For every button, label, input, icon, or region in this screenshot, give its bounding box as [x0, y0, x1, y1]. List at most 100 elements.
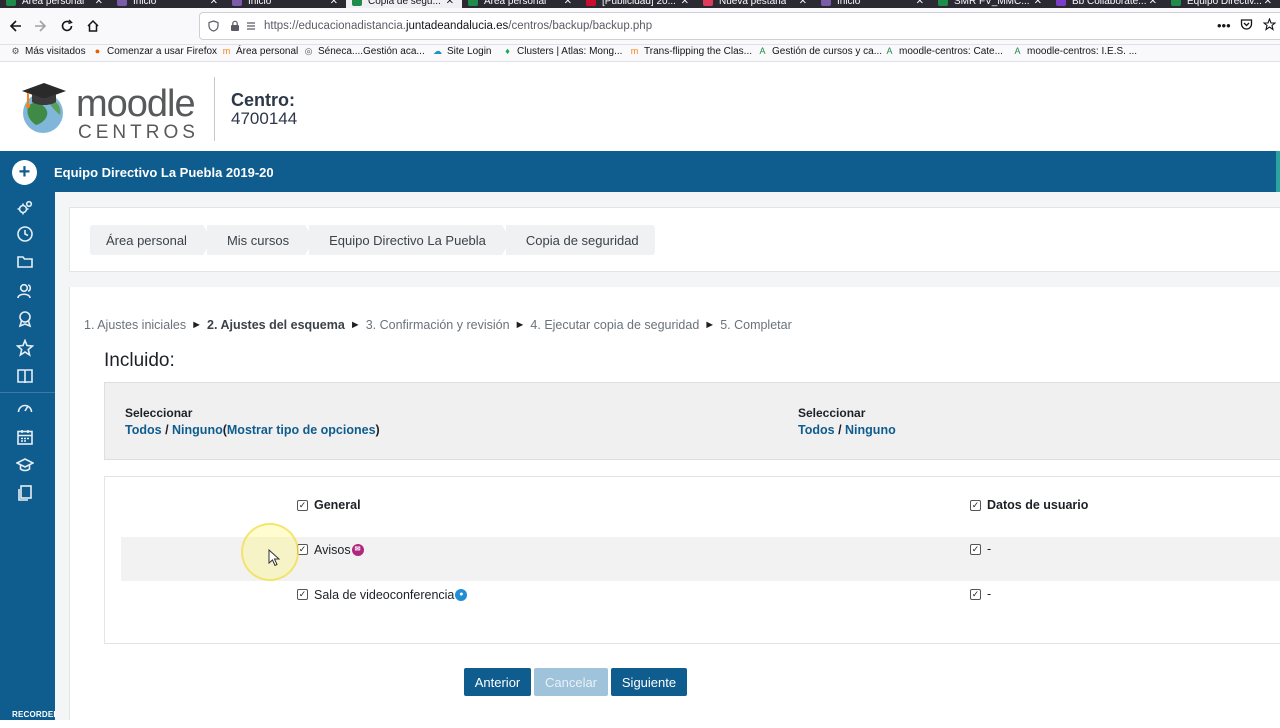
cancel-button[interactable]: Cancelar — [534, 668, 608, 696]
pocket-icon[interactable] — [1240, 18, 1253, 34]
tab-close-icon[interactable]: ✕ — [564, 0, 572, 7]
bookmark-item[interactable]: Amoodle-centros: I.E.S. ... — [1012, 46, 1137, 57]
graduation-cap-icon — [16, 458, 34, 472]
step-arrow-icon: ► — [514, 319, 526, 331]
sidebar-item-competencies[interactable] — [15, 338, 35, 358]
tab-label: Copia de segu... — [368, 0, 441, 7]
tab-favicon-icon — [1056, 0, 1066, 6]
general-checkbox[interactable]: ✓ — [297, 500, 308, 511]
shield-icon[interactable] — [208, 20, 219, 35]
star-icon — [16, 339, 34, 357]
mouse-cursor-icon — [268, 549, 280, 567]
tab-favicon-icon — [468, 0, 478, 6]
select-userdata-all-link[interactable]: Todos — [798, 423, 835, 437]
recorded-watermark: RECORDED WITH — [12, 710, 60, 728]
tab-close-icon[interactable]: ✕ — [916, 0, 924, 7]
included-heading: Incluido: — [104, 350, 175, 371]
tab-close-icon[interactable]: ✕ — [1149, 0, 1157, 7]
bookmark-star-icon[interactable] — [1262, 17, 1277, 34]
back-icon[interactable] — [6, 17, 24, 35]
userdata-checkbox[interactable]: ✓ — [970, 500, 981, 511]
next-button[interactable]: Siguiente — [611, 668, 687, 696]
sidebar-item-dashboard[interactable] — [15, 398, 35, 418]
badge-icon — [18, 311, 32, 328]
tab-close-icon[interactable]: ✕ — [95, 0, 103, 7]
browser-tab[interactable]: Área personal ✕ — [0, 0, 111, 8]
url-bar[interactable]: https://educacionadistancia.juntadeandal… — [199, 12, 1280, 40]
browser-tab[interactable]: Inicio ✕ — [111, 0, 226, 8]
select-none-link[interactable]: Ninguno — [172, 423, 223, 437]
course-name[interactable]: Equipo Directivo La Puebla 2019-20 — [54, 165, 274, 180]
tab-close-icon[interactable]: ✕ — [1034, 0, 1042, 7]
videoconferencia-checkbox[interactable]: ✓ — [297, 589, 308, 600]
url-text[interactable]: https://educacionadistancia.juntadeandal… — [264, 20, 652, 32]
tab-close-icon[interactable]: ✕ — [799, 0, 807, 7]
bookmark-item[interactable]: m Área personal — [221, 46, 299, 57]
browser-tab[interactable]: Nueva pestaña ✕ — [697, 0, 815, 8]
reload-icon[interactable] — [58, 17, 76, 35]
step-5: 5. Completar — [720, 318, 792, 332]
tab-close-icon[interactable]: ✕ — [446, 0, 454, 7]
breadcrumb-item-area-personal[interactable]: Área personal — [90, 225, 212, 255]
sidebar-item-participants[interactable] — [15, 281, 35, 301]
breadcrumb-item-course[interactable]: Equipo Directivo La Puebla — [309, 225, 511, 255]
bookmark-item[interactable]: ☁ Site Login — [432, 46, 491, 57]
collaborate-module-icon: ● — [455, 589, 468, 601]
bookmark-label: Gestión de cursos y ca... — [772, 46, 883, 57]
tab-close-icon[interactable]: ✕ — [681, 0, 689, 7]
bookmark-item[interactable]: ⚙ Más visitados — [10, 46, 85, 57]
videoconferencia-label-text: Sala de videoconferencia — [314, 588, 455, 602]
lock-icon[interactable] — [230, 20, 240, 35]
browser-tab[interactable]: Área personal ✕ — [462, 0, 580, 8]
more-actions-icon[interactable]: ••• — [1217, 18, 1231, 33]
sidebar-item-courses[interactable] — [15, 455, 35, 475]
browser-tab[interactable]: Bb Collaborate... ✕ — [1050, 0, 1165, 8]
browser-tab[interactable]: SMR FV_MMC... ✕ — [932, 0, 1050, 8]
browser-tab[interactable]: Inicio ✕ — [226, 0, 346, 8]
browser-tab[interactable]: Copia de segu... ✕ — [346, 0, 462, 8]
tab-close-icon[interactable]: ✕ — [330, 0, 338, 7]
sidebar-item-grades[interactable] — [15, 366, 35, 386]
show-option-types-link[interactable]: Mostrar tipo de opciones — [227, 423, 376, 437]
tab-favicon-icon — [938, 0, 948, 6]
gear-icon: ⚙ — [11, 46, 20, 56]
sidebar-item-recent[interactable] — [15, 224, 35, 244]
book-icon — [17, 369, 33, 384]
permissions-icon[interactable] — [246, 20, 256, 35]
breadcrumb-item-backup[interactable]: Copia de seguridad — [505, 225, 655, 255]
browser-tab[interactable]: [Publicidad] 20... ✕ — [580, 0, 697, 8]
gears-icon — [17, 200, 33, 215]
moodle-icon: m — [222, 46, 231, 56]
centro-code: 4700144 — [231, 109, 298, 128]
moodle-centros-logo[interactable]: moodle CENTROS — [16, 77, 196, 143]
breadcrumb-item-mis-cursos[interactable]: Mis cursos — [206, 225, 315, 255]
bookmark-item[interactable]: ● Comenzar a usar Firefox — [92, 46, 217, 57]
previous-button[interactable]: Anterior — [464, 668, 531, 696]
bookmark-item[interactable]: Amoodle-centros: Cate... — [884, 46, 1002, 57]
bookmark-item[interactable]: A Gestión de cursos y ca... — [757, 46, 882, 57]
avisos-label-text: Avisos — [314, 543, 351, 557]
add-icon[interactable]: + — [12, 160, 37, 185]
bookmarks-bar: ⚙ Más visitados ● Comenzar a usar Firefox m Á… — [0, 45, 1280, 62]
browser-tab[interactable]: Equipo Directiv... ✕ — [1165, 0, 1280, 8]
bookmark-item[interactable]: ◎ Séneca....Gestión aca... — [303, 46, 425, 57]
sidebar-divider — [0, 392, 55, 393]
sidebar-item-content-bank[interactable] — [15, 483, 35, 503]
bookmark-item[interactable]: m Trans-flipping the Clas... — [629, 46, 752, 57]
home-icon[interactable] — [84, 17, 102, 35]
site-header: moodle CENTROS Centro: 4700144 — [0, 63, 1280, 151]
videoconferencia-userdata-checkbox[interactable]: ✓ — [970, 589, 981, 600]
select-all-link[interactable]: Todos — [125, 423, 162, 437]
tab-close-icon[interactable]: ✕ — [1264, 0, 1272, 7]
select-userdata-none-link[interactable]: Ninguno — [845, 423, 896, 437]
avisos-userdata-checkbox[interactable]: ✓ — [970, 544, 981, 555]
sidebar-item-calendar[interactable] — [15, 427, 35, 447]
bookmark-item[interactable]: ♦ Clusters | Atlas: Mong... — [502, 46, 622, 57]
forward-icon[interactable] — [32, 17, 50, 35]
forum-module-icon: ✉ — [351, 544, 364, 556]
sidebar-item-badges[interactable] — [15, 309, 35, 329]
sidebar-item-settings[interactable] — [15, 198, 35, 218]
tab-close-icon[interactable]: ✕ — [210, 0, 218, 7]
sidebar-item-files[interactable] — [15, 252, 35, 272]
browser-tab[interactable]: Inicio ✕ — [815, 0, 932, 8]
